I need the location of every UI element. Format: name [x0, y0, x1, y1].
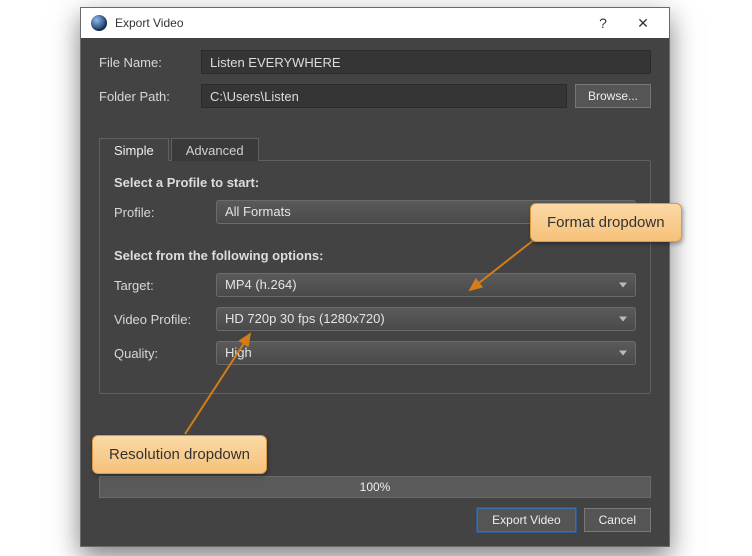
folder-path-label: Folder Path:	[99, 89, 201, 104]
target-dropdown[interactable]: MP4 (h.264)	[216, 273, 636, 297]
progress-text: 100%	[360, 480, 391, 494]
cancel-button[interactable]: Cancel	[584, 508, 651, 532]
browse-button[interactable]: Browse...	[575, 84, 651, 108]
progress-row: 100%	[99, 476, 651, 498]
video-profile-label: Video Profile:	[114, 312, 216, 327]
file-name-row: File Name: Listen EVERYWHERE	[99, 50, 651, 74]
dialog-footer: Export Video Cancel	[99, 508, 651, 536]
title-bar: Export Video ? ✕	[81, 8, 669, 38]
export-video-button[interactable]: Export Video	[477, 508, 576, 532]
quality-dropdown[interactable]: High	[216, 341, 636, 365]
video-profile-dropdown[interactable]: HD 720p 30 fps (1280x720)	[216, 307, 636, 331]
folder-path-row: Folder Path: C:\Users\Listen Browse...	[99, 84, 651, 108]
file-name-input[interactable]: Listen EVERYWHERE	[201, 50, 651, 74]
close-button[interactable]: ✕	[623, 9, 663, 37]
tab-advanced[interactable]: Advanced	[171, 138, 259, 161]
video-profile-row: Video Profile: HD 720p 30 fps (1280x720)	[114, 307, 636, 331]
app-icon	[91, 15, 107, 31]
tab-strip: Simple Advanced	[99, 138, 261, 161]
tab-simple[interactable]: Simple	[99, 138, 169, 161]
target-label: Target:	[114, 278, 216, 293]
annotation-resolution-dropdown: Resolution dropdown	[92, 435, 267, 474]
quality-label: Quality:	[114, 346, 216, 361]
profile-section-title: Select a Profile to start:	[114, 175, 636, 190]
target-row: Target: MP4 (h.264)	[114, 273, 636, 297]
quality-row: Quality: High	[114, 341, 636, 365]
file-name-label: File Name:	[99, 55, 201, 70]
profile-label: Profile:	[114, 205, 216, 220]
window-title: Export Video	[115, 16, 583, 30]
options-section-title: Select from the following options:	[114, 248, 636, 263]
annotation-format-dropdown: Format dropdown	[530, 203, 682, 242]
folder-path-input[interactable]: C:\Users\Listen	[201, 84, 567, 108]
progress-bar: 100%	[99, 476, 651, 498]
help-button[interactable]: ?	[583, 9, 623, 37]
profile-panel: Simple Advanced Select a Profile to star…	[99, 160, 651, 394]
